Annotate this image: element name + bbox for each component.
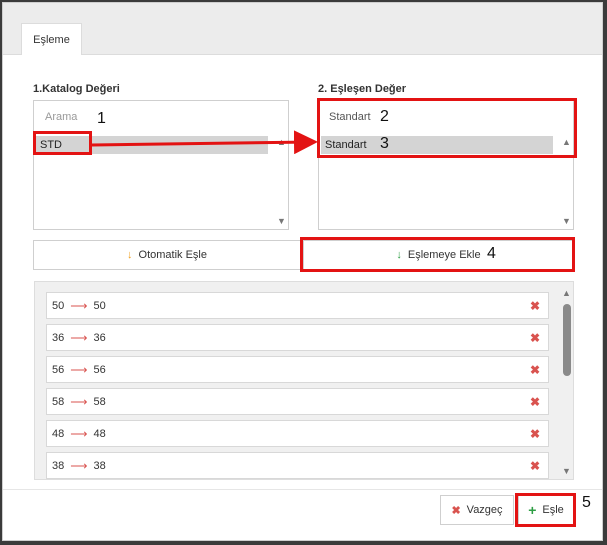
annotation-number-1: 1 bbox=[97, 110, 106, 127]
annotation-number-4: 4 bbox=[487, 245, 496, 262]
annotation-number-3: 3 bbox=[380, 135, 389, 152]
annotation-number-5: 5 bbox=[582, 494, 591, 511]
annotation-arrow bbox=[91, 130, 318, 155]
annotation-number-2: 2 bbox=[380, 108, 389, 125]
